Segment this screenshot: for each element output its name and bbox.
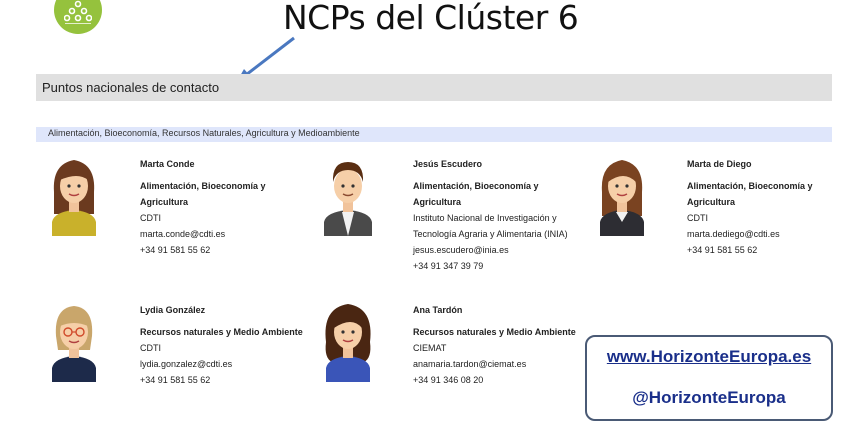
contact-ana-tardon: Ana Tardón Recursos naturales y Medio Am… bbox=[413, 302, 576, 388]
avatar-marta-de-diego bbox=[600, 160, 644, 236]
contact-email[interactable]: marta.dediego@cdti.es bbox=[687, 226, 813, 242]
category-bar: Alimentación, Bioeconomía, Recursos Natu… bbox=[36, 127, 832, 142]
contact-lydia-gonzalez: Lydia González Recursos naturales y Medi… bbox=[140, 302, 303, 388]
contact-org: Instituto Nacional de Investigación y bbox=[413, 213, 557, 223]
contact-area: Agricultura bbox=[687, 197, 736, 207]
contact-area: Agricultura bbox=[140, 197, 189, 207]
contact-area: Recursos naturales y Medio Ambiente bbox=[140, 327, 303, 337]
contact-name: Marta de Diego bbox=[687, 159, 752, 169]
contact-name: Marta Conde bbox=[140, 159, 195, 169]
avatar-marta-conde bbox=[52, 160, 96, 236]
contact-org: Tecnología Agraria y Alimentaria (INIA) bbox=[413, 229, 568, 239]
contact-area: Alimentación, Bioeconomía y bbox=[140, 181, 266, 191]
people-pyramid-icon bbox=[64, 0, 92, 24]
promo-handle[interactable]: @HorizonteEuropa bbox=[587, 388, 831, 408]
contact-area: Recursos naturales y Medio Ambiente bbox=[413, 327, 576, 337]
avatar-ana-tardon bbox=[325, 304, 371, 382]
contact-phone: +34 91 581 55 62 bbox=[140, 245, 211, 255]
contact-email[interactable]: anamaria.tardon@ciemat.es bbox=[413, 356, 576, 372]
contact-marta-de-diego: Marta de Diego Alimentación, Bioeconomía… bbox=[687, 156, 813, 258]
contact-phone: +34 91 581 55 62 bbox=[687, 245, 758, 255]
slide-title: NCPs del Clúster 6 bbox=[283, 0, 579, 37]
avatar-jesus-escudero bbox=[324, 162, 372, 236]
contact-area: Alimentación, Bioeconomía y bbox=[413, 181, 539, 191]
section-header: Puntos nacionales de contacto bbox=[36, 74, 832, 101]
contact-email[interactable]: lydia.gonzalez@cdti.es bbox=[140, 356, 303, 372]
category-label: Alimentación, Bioeconomía, Recursos Natu… bbox=[48, 128, 360, 138]
contact-phone: +34 91 346 08 20 bbox=[413, 375, 484, 385]
section-header-label: Puntos nacionales de contacto bbox=[42, 80, 220, 95]
contact-org: CDTI bbox=[140, 213, 161, 223]
contact-email[interactable]: marta.conde@cdti.es bbox=[140, 226, 266, 242]
logo-icon bbox=[54, 0, 102, 34]
contact-marta-conde: Marta Conde Alimentación, Bioeconomía y … bbox=[140, 156, 266, 258]
contact-org: CDTI bbox=[687, 213, 708, 223]
contact-name: Ana Tardón bbox=[413, 305, 463, 315]
contact-email[interactable]: jesus.escudero@inia.es bbox=[413, 242, 568, 258]
contact-name: Lydia González bbox=[140, 305, 206, 315]
contact-org: CDTI bbox=[140, 343, 161, 353]
contact-area: Agricultura bbox=[413, 197, 462, 207]
promo-url-link[interactable]: www.HorizonteEuropa.es bbox=[587, 347, 831, 367]
promo-box: www.HorizonteEuropa.es @HorizonteEuropa bbox=[585, 335, 833, 421]
avatar-lydia-gonzalez bbox=[52, 306, 96, 382]
contact-phone: +34 91 581 55 62 bbox=[140, 375, 211, 385]
contact-org: CIEMAT bbox=[413, 343, 447, 353]
contact-jesus-escudero: Jesús Escudero Alimentación, Bioeconomía… bbox=[413, 156, 568, 274]
contact-phone: +34 91 347 39 79 bbox=[413, 261, 484, 271]
contact-area: Alimentación, Bioeconomía y bbox=[687, 181, 813, 191]
contact-name: Jesús Escudero bbox=[413, 159, 483, 169]
